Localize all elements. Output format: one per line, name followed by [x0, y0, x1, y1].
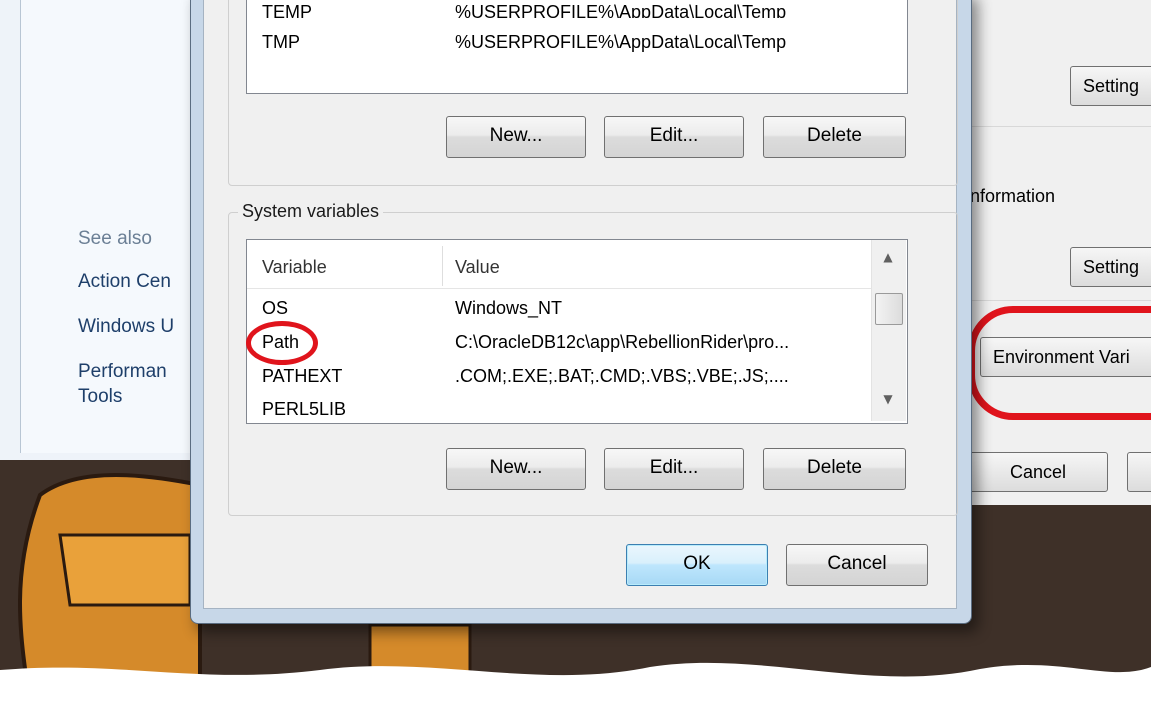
user-var-name[interactable]: TMP	[262, 32, 432, 53]
link-tools[interactable]: Tools	[78, 386, 198, 408]
user-new-button[interactable]: New...	[446, 116, 586, 158]
user-var-value[interactable]: %USERPROFILE%\AppData\Local\Temp	[455, 32, 895, 53]
annotation-circle-path	[246, 321, 318, 365]
scroll-down-icon[interactable]: ▼	[871, 392, 905, 406]
link-action-center[interactable]: Action Cen	[78, 271, 198, 293]
system-variables-label: System variables	[238, 201, 384, 222]
ok-button[interactable]: OK	[626, 544, 768, 586]
user-delete-button[interactable]: Delete	[763, 116, 906, 158]
divider	[960, 126, 1151, 127]
column-header-variable[interactable]: Variable	[262, 257, 327, 278]
settings-button-startup[interactable]: Setting	[1070, 247, 1151, 287]
annotation-circle-environment-button	[968, 306, 1151, 420]
system-delete-button[interactable]: Delete	[763, 448, 906, 490]
column-header-value[interactable]: Value	[455, 257, 500, 278]
cancel-button[interactable]: Cancel	[786, 544, 928, 586]
user-edit-button[interactable]: Edit...	[604, 116, 744, 158]
system-var-value[interactable]: .COM;.EXE;.BAT;.CMD;.VBS;.VBE;.JS;....	[455, 366, 865, 387]
column-divider[interactable]	[442, 246, 443, 286]
user-var-value[interactable]: %USERPROFILE%\AppData\Local\Temp	[455, 2, 895, 18]
link-windows-update[interactable]: Windows U	[78, 316, 198, 338]
divider	[960, 300, 1151, 301]
user-var-name[interactable]: TEMP	[262, 2, 432, 18]
system-var-value[interactable]: Windows_NT	[455, 298, 865, 319]
system-properties-cancel-button[interactable]: Cancel	[968, 452, 1108, 492]
system-var-value[interactable]	[455, 399, 865, 421]
system-edit-button[interactable]: Edit...	[604, 448, 744, 490]
system-properties-ok-button[interactable]	[1127, 452, 1151, 492]
see-also-heading: See also	[78, 228, 152, 249]
system-var-value[interactable]: C:\OracleDB12c\app\RebellionRider\pro...	[455, 332, 865, 353]
system-var-name[interactable]: PERL5LIB	[262, 399, 432, 421]
startup-info-text: information	[966, 186, 1056, 206]
scroll-up-icon[interactable]: ▲	[871, 250, 905, 264]
settings-button-performance[interactable]: Setting	[1070, 66, 1151, 106]
system-var-name[interactable]: OS	[262, 298, 432, 319]
header-divider	[247, 288, 871, 289]
system-new-button[interactable]: New...	[446, 448, 586, 490]
system-var-name[interactable]: PATHEXT	[262, 366, 432, 387]
scroll-thumb[interactable]	[875, 293, 903, 325]
link-performance-tools[interactable]: Performan	[78, 361, 198, 383]
